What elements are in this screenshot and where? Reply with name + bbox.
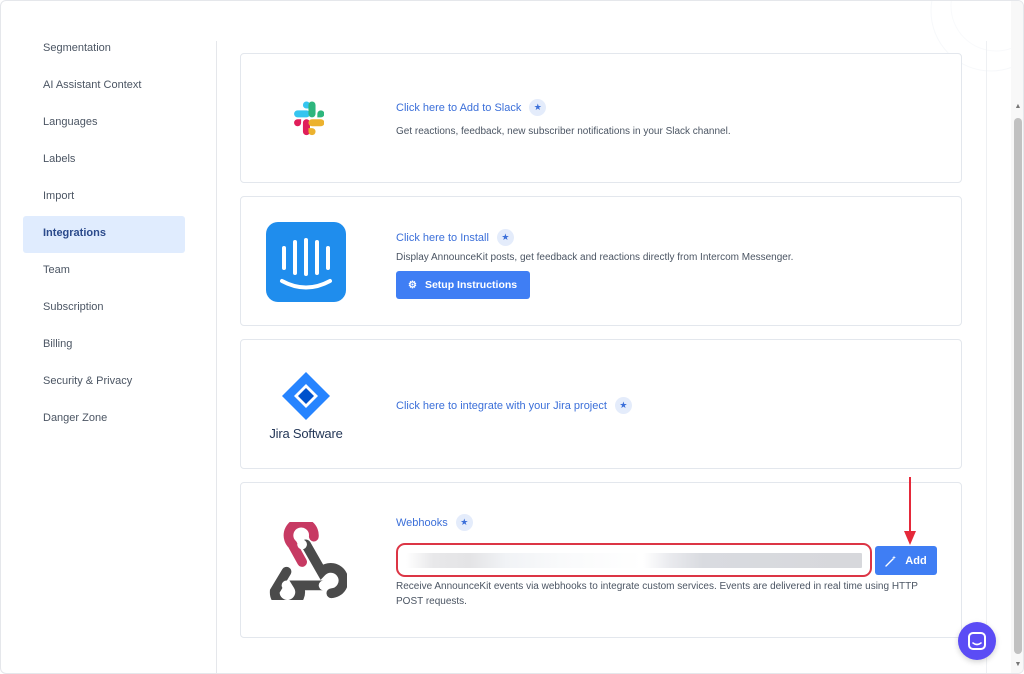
star-icon[interactable]: ★ bbox=[455, 514, 473, 531]
webhooks-title: Webhooks bbox=[396, 516, 448, 529]
scroll-down-arrow-icon[interactable]: ▼ bbox=[1013, 661, 1023, 669]
jira-logo-icon bbox=[282, 371, 330, 420]
star-icon[interactable]: ★ bbox=[614, 397, 632, 414]
jira-logo-text: Jira Software bbox=[269, 425, 343, 441]
sidebar-item-integrations[interactable]: Integrations bbox=[23, 216, 185, 253]
vertical-scrollbar[interactable]: ▲ ▼ bbox=[1011, 1, 1023, 673]
add-webhook-label: Add bbox=[905, 554, 927, 567]
sidebar-item-subscription[interactable]: Subscription bbox=[23, 290, 185, 327]
chat-launcher-button[interactable] bbox=[958, 622, 996, 660]
slack-integration-card: Click here to Add to Slack ★ Get reactio… bbox=[240, 53, 962, 183]
install-intercom-link[interactable]: Click here to Install bbox=[396, 232, 489, 244]
app-window: Segmentation AI Assistant Context Langua… bbox=[0, 0, 1024, 674]
scrollbar-thumb[interactable] bbox=[1014, 118, 1022, 654]
star-icon[interactable]: ★ bbox=[496, 229, 514, 246]
jira-integration-card: Jira Software Click here to integrate wi… bbox=[240, 339, 962, 469]
intercom-description: Display AnnounceKit posts, get feedback … bbox=[396, 252, 794, 263]
sidebar-item-import[interactable]: Import bbox=[23, 179, 185, 216]
webhook-url-field[interactable] bbox=[396, 543, 872, 577]
intercom-integration-card: Click here to Install ★ Display Announce… bbox=[240, 196, 962, 326]
add-to-slack-link[interactable]: Click here to Add to Slack bbox=[396, 102, 521, 114]
magic-wand-icon bbox=[885, 555, 897, 567]
content-border bbox=[986, 41, 987, 673]
slack-description: Get reactions, feedback, new subscriber … bbox=[396, 126, 731, 137]
webhooks-integration-card: Webhooks ★ Add Receive AnnounceKit event… bbox=[240, 482, 962, 638]
gear-icon: ⚙ bbox=[408, 279, 417, 291]
jira-logo: Jira Software bbox=[265, 340, 347, 470]
setup-instructions-label: Setup Instructions bbox=[424, 279, 518, 291]
sidebar-item-team[interactable]: Team bbox=[23, 253, 185, 290]
sidebar-item-ai-assistant-context[interactable]: AI Assistant Context bbox=[23, 68, 185, 105]
sidebar-divider bbox=[216, 41, 217, 673]
integrate-jira-link[interactable]: Click here to integrate with your Jira p… bbox=[396, 400, 607, 412]
sidebar-item-labels[interactable]: Labels bbox=[23, 142, 185, 179]
chat-icon bbox=[968, 632, 986, 650]
annotation-arrow bbox=[904, 477, 916, 545]
jira-card-body: Click here to integrate with your Jira p… bbox=[396, 397, 632, 414]
sidebar-item-billing[interactable]: Billing bbox=[23, 327, 185, 364]
sidebar-item-segmentation[interactable]: Segmentation bbox=[23, 31, 185, 68]
setup-instructions-button[interactable]: ⚙ Setup Instructions bbox=[396, 271, 531, 299]
scroll-up-arrow-icon[interactable]: ▲ bbox=[1013, 103, 1023, 111]
add-webhook-button[interactable]: Add bbox=[875, 546, 937, 575]
intercom-logo-icon bbox=[265, 197, 347, 327]
settings-sidebar: Segmentation AI Assistant Context Langua… bbox=[23, 31, 185, 438]
sidebar-item-languages[interactable]: Languages bbox=[23, 105, 185, 142]
intercom-card-body: Click here to Install ★ Display Announce… bbox=[396, 229, 793, 299]
webhooks-description: Receive AnnounceKit events via webhooks … bbox=[396, 581, 918, 607]
star-icon[interactable]: ★ bbox=[529, 99, 547, 116]
sidebar-item-danger-zone[interactable]: Danger Zone bbox=[23, 401, 185, 438]
sidebar-item-security-privacy[interactable]: Security & Privacy bbox=[23, 364, 185, 401]
webhooks-card-body: Webhooks ★ bbox=[396, 514, 473, 531]
slack-card-body: Click here to Add to Slack ★ Get reactio… bbox=[396, 99, 731, 139]
webhook-logo-icon bbox=[265, 483, 347, 639]
slack-logo-icon bbox=[265, 54, 347, 184]
